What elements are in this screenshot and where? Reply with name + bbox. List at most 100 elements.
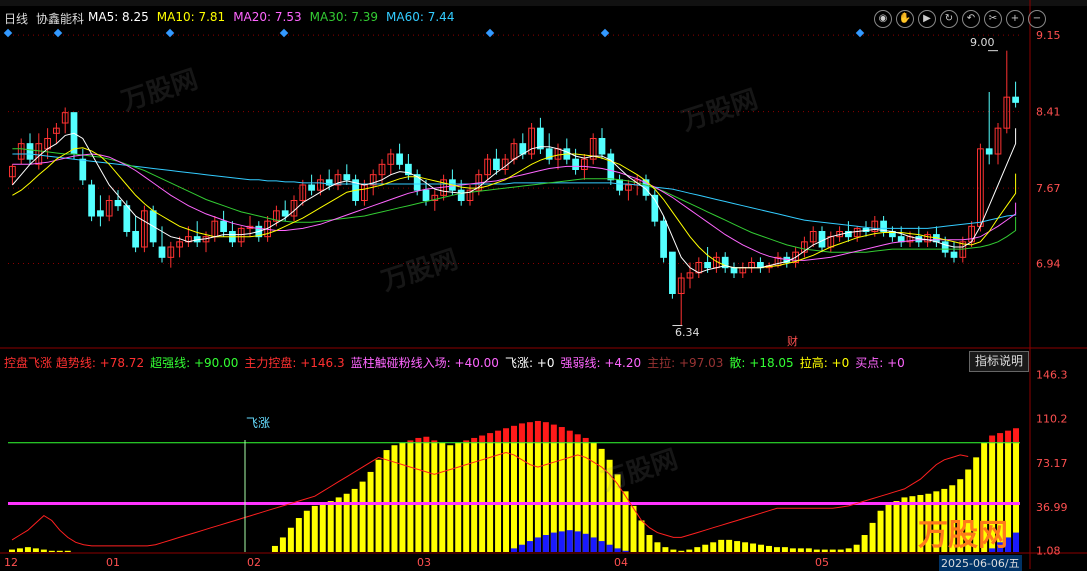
stock-chart[interactable]: 9.15 8.41 7.67 6.94 146.3 110.2 73.17 36.99 1.08… xyxy=(0,0,1087,569)
candle-body xyxy=(493,158,500,171)
yellow-bar xyxy=(455,442,462,552)
blue-bar xyxy=(598,541,605,552)
zoom-in-icon[interactable]: + xyxy=(1006,10,1024,28)
yellow-bar xyxy=(781,547,788,552)
candle-body xyxy=(818,231,826,248)
indicator-explain-button[interactable]: 指标说明 xyxy=(969,351,1029,372)
back-icon[interactable]: ↶ xyxy=(962,10,980,28)
yellow-bar xyxy=(327,501,334,552)
price-tick-label: 9.15 xyxy=(1036,29,1061,42)
yellow-bar xyxy=(742,542,749,552)
yellow-bar xyxy=(487,442,494,552)
yellow-bar xyxy=(694,547,701,552)
yellow-bar xyxy=(845,548,852,552)
yellow-bar xyxy=(447,445,454,552)
red-bar xyxy=(1005,430,1012,443)
yellow-bar xyxy=(359,481,366,552)
yellow-bar xyxy=(8,549,15,552)
red-bar xyxy=(518,423,525,443)
yellow-bar xyxy=(789,548,796,552)
blue-bar xyxy=(511,548,517,552)
finance-marker[interactable]: 财 xyxy=(787,333,798,349)
yellow-bar xyxy=(877,510,884,552)
candle-body xyxy=(950,251,958,258)
candle-body xyxy=(132,231,139,248)
refresh-icon[interactable]: ↻ xyxy=(940,10,958,28)
red-bar xyxy=(503,428,510,443)
yellow-bar xyxy=(598,448,605,552)
yellow-bar xyxy=(758,544,765,552)
yellow-bar xyxy=(64,550,71,552)
candle-body xyxy=(660,220,667,258)
yellow-bar xyxy=(495,442,502,552)
candle-body xyxy=(123,205,131,233)
red-bar xyxy=(582,437,589,443)
signal-diamond-icon xyxy=(53,28,63,38)
indicator-legend-item: 超强线: +90.00 xyxy=(150,356,239,370)
yellow-bar xyxy=(837,549,844,552)
play-icon[interactable]: ▶ xyxy=(918,10,936,28)
indicator-tick-label: 110.2 xyxy=(1036,412,1068,425)
yellow-bar xyxy=(271,545,278,552)
yellow-bar xyxy=(885,503,892,552)
yellow-bar xyxy=(797,548,804,552)
candle-body xyxy=(422,189,430,202)
yellow-bar xyxy=(303,510,310,552)
yellow-bar xyxy=(622,491,629,552)
yellow-bar xyxy=(853,544,860,552)
time-tick-label: 12 xyxy=(4,556,18,569)
indicator-legend-item: 主力控盘: +146.3 xyxy=(244,356,345,370)
yellow-bar xyxy=(805,548,812,552)
hand-icon[interactable]: ✋ xyxy=(896,10,914,28)
high-price-label: 9.00 xyxy=(970,36,995,49)
indicator-legend-item: 飞涨: +0 xyxy=(504,356,555,370)
feizhang-label: 飞涨 xyxy=(246,416,271,430)
blue-bar xyxy=(526,541,533,552)
candle-body xyxy=(572,158,579,171)
signal-diamond-icon xyxy=(165,28,175,38)
candle-body xyxy=(1012,96,1019,103)
zoom-out-icon[interactable]: − xyxy=(1028,10,1046,28)
blue-bar xyxy=(622,550,629,552)
red-bar xyxy=(997,433,1004,443)
period-label[interactable]: 日线 xyxy=(4,10,28,27)
candle-body xyxy=(158,246,166,258)
yellow-bar xyxy=(56,550,63,552)
yellow-bar xyxy=(24,547,31,552)
signal-diamond-icon xyxy=(485,28,495,38)
red-bar xyxy=(487,433,494,443)
indicator-tick-label: 36.99 xyxy=(1036,501,1068,514)
scissors-icon[interactable]: ✂ xyxy=(984,10,1002,28)
chart-toolbar: ◉ ✋ ▶ ↻ ↶ ✂ + − xyxy=(874,10,1046,28)
yellow-bar xyxy=(279,537,286,552)
yellow-bar xyxy=(431,442,438,552)
yellow-bar xyxy=(32,548,39,552)
yellow-bar xyxy=(534,442,541,552)
yellow-bar xyxy=(750,543,757,552)
red-bar xyxy=(566,430,573,443)
red-bar xyxy=(479,435,486,443)
indicator-legend-item: 买点: +0 xyxy=(855,356,905,370)
yellow-bar xyxy=(439,442,446,552)
indicator-legend-item: 散: +18.05 xyxy=(729,356,794,370)
blue-bar xyxy=(1013,532,1020,552)
candle-body xyxy=(598,138,606,155)
candle-body xyxy=(897,236,905,243)
yellow-bar xyxy=(678,550,685,552)
red-bar xyxy=(511,425,517,443)
candle-body xyxy=(396,153,403,165)
candle-body xyxy=(941,241,949,253)
blue-bar xyxy=(590,537,597,552)
candle-body xyxy=(88,184,95,217)
red-bar xyxy=(550,424,557,443)
indicator-legend-item: 主拉: +97.03 xyxy=(647,356,724,370)
signal-diamond-icon xyxy=(3,28,13,38)
signal-diamond-icon xyxy=(600,28,610,38)
eye-icon[interactable]: ◉ xyxy=(874,10,892,28)
indicator-panel[interactable] xyxy=(8,420,1020,552)
signal-diamond-icon xyxy=(279,28,289,38)
ma-legend-item: MA60: 7.44 xyxy=(386,10,455,24)
yellow-bar xyxy=(375,459,382,552)
time-tick-label: 01 xyxy=(106,556,120,569)
watermark-logo: 万股网 xyxy=(918,518,1008,553)
